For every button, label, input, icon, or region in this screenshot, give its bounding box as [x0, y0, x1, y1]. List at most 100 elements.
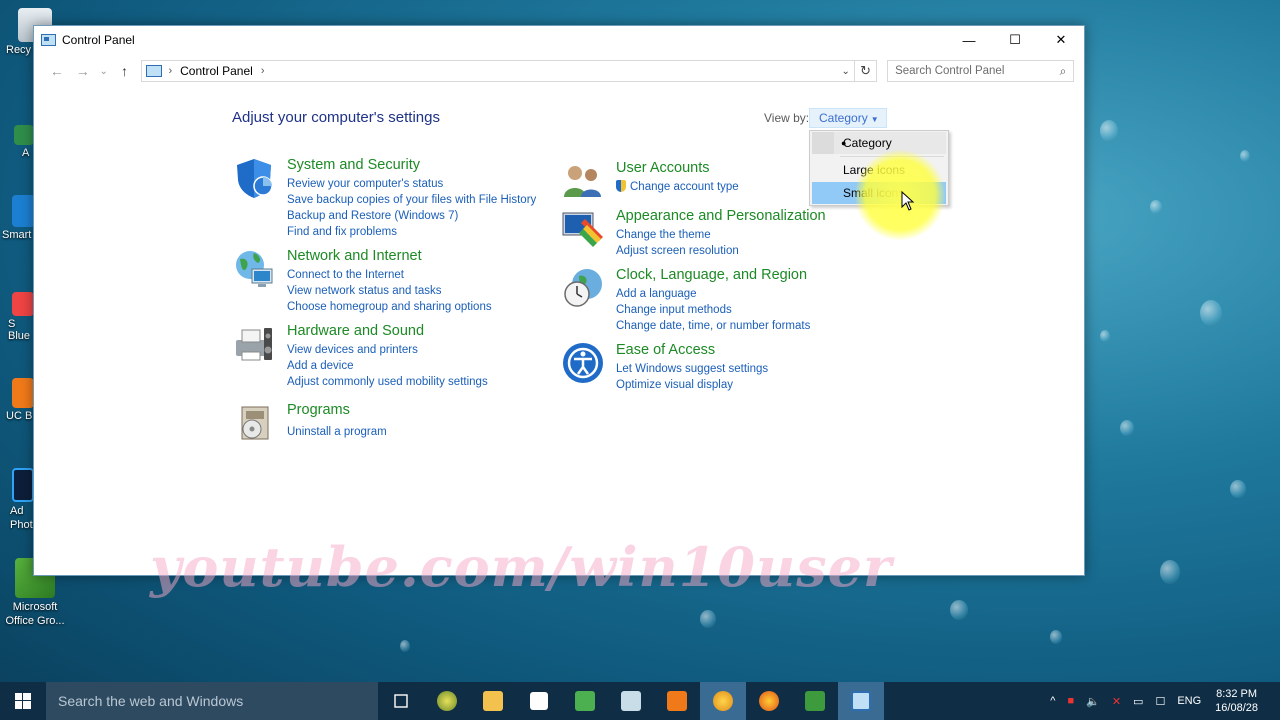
category-title-link[interactable]: User Accounts [616, 159, 739, 177]
camtasia-icon [575, 691, 595, 711]
taskbar-app-control-panel[interactable] [838, 682, 884, 720]
taskbar-search-input[interactable]: Search the web and Windows [46, 682, 378, 720]
taskbar-app-notes[interactable] [608, 682, 654, 720]
printer-icon [236, 328, 272, 361]
category-clock-language-region: Clock, Language, and Region Add a langua… [561, 266, 810, 334]
search-input[interactable]: Search Control Panel ⌕ [887, 60, 1074, 82]
task-link[interactable]: Let Windows suggest settings [616, 361, 768, 377]
taskbar-app-firefox[interactable] [746, 682, 792, 720]
task-link[interactable]: Optimize visual display [616, 377, 768, 393]
task-view-icon [394, 694, 408, 708]
view-by-select[interactable]: Category ▼ [809, 108, 887, 128]
app-icon [12, 292, 34, 316]
task-link[interactable]: Find and fix problems [287, 224, 536, 240]
taskbar-app-store[interactable] [516, 682, 562, 720]
clock-icon [564, 269, 602, 307]
task-view-button[interactable] [378, 682, 424, 720]
view-option-large-icons[interactable]: Large icons [812, 159, 946, 181]
uac-shield-icon [616, 180, 626, 192]
language-indicator[interactable]: ENG [1171, 695, 1207, 707]
accessibility-icon [563, 343, 603, 383]
menu-divider [840, 156, 944, 157]
uc-browser-icon [12, 378, 34, 408]
notifications-icon[interactable]: ☐ [1149, 695, 1171, 708]
programs-icon [241, 406, 269, 440]
back-arrow-icon[interactable]: ← [44, 63, 70, 79]
task-link[interactable]: View network status and tasks [287, 283, 492, 299]
view-by-value: Category [819, 111, 868, 125]
tray-chevron-icon[interactable]: ^ [1044, 695, 1061, 707]
store-icon [530, 692, 548, 710]
clock[interactable]: 8:32 PM 16/08/28 [1207, 687, 1266, 715]
maximize-button[interactable]: ☐ [992, 26, 1038, 54]
control-panel-window: Control Panel — ☐ ✕ ← → ⌄ ↑ › Control Pa… [33, 25, 1085, 576]
category-title-link[interactable]: Appearance and Personalization [616, 207, 826, 225]
view-option-small-icons[interactable]: Small icons [812, 182, 946, 204]
category-appearance: Appearance and Personalization Change th… [561, 207, 826, 259]
network-icon [236, 251, 273, 287]
up-arrow-icon[interactable]: ↑ [112, 63, 138, 79]
task-link[interactable]: Save backup copies of your files with Fi… [287, 192, 536, 208]
taskbar-app-weather[interactable] [700, 682, 746, 720]
taskbar: Search the web and Windows ^ ■ 🔈 ✕ ▭ ☐ E… [0, 682, 1280, 720]
task-link[interactable]: Review your computer's status [287, 176, 536, 192]
task-link[interactable]: Connect to the Internet [287, 267, 492, 283]
network-disconnected-icon[interactable]: ✕ [1106, 695, 1127, 708]
taskbar-app-file-explorer[interactable] [470, 682, 516, 720]
desktop-icon-label: Microsoft Office Gro... [5, 601, 65, 627]
monitor-icon [562, 212, 603, 247]
category-programs: Programs Uninstall a program [232, 401, 387, 445]
refresh-button[interactable]: ↻ [855, 60, 878, 82]
view-by-label: View by: [764, 111, 810, 125]
firefox-icon [759, 691, 779, 711]
category-title-link[interactable]: Hardware and Sound [287, 322, 488, 340]
task-link[interactable]: Backup and Restore (Windows 7) [287, 208, 536, 224]
task-link[interactable]: Change account type [630, 181, 739, 193]
close-button[interactable]: ✕ [1038, 26, 1084, 54]
taskbar-app-camtasia-2[interactable] [792, 682, 838, 720]
control-panel-icon [41, 34, 56, 46]
category-user-accounts: User Accounts Change account type [561, 159, 739, 203]
recent-locations-icon[interactable]: ⌄ [96, 66, 112, 77]
start-button[interactable] [0, 682, 46, 720]
view-by-dropdown-menu: Category Large icons Small icons [809, 130, 949, 206]
photoshop-icon [12, 468, 34, 502]
category-system-security: System and Security Review your computer… [232, 156, 536, 240]
task-link[interactable]: Add a language [616, 286, 810, 302]
category-network-internet: Network and Internet Connect to the Inte… [232, 247, 492, 315]
search-icon[interactable]: ⌕ [1053, 64, 1073, 79]
title-bar[interactable]: Control Panel — ☐ ✕ [34, 26, 1084, 54]
forward-arrow-icon[interactable]: → [70, 63, 96, 79]
taskbar-app-uc-browser[interactable] [654, 682, 700, 720]
task-link[interactable]: Choose homegroup and sharing options [287, 299, 492, 315]
task-link[interactable]: Change the theme [616, 227, 826, 243]
caret-down-icon: ▼ [870, 115, 879, 124]
category-title-link[interactable]: System and Security [287, 156, 536, 174]
task-link[interactable]: Change date, time, or number formats [616, 318, 810, 334]
category-title-link[interactable]: Network and Internet [287, 247, 492, 265]
minimize-button[interactable]: — [946, 26, 992, 54]
task-link[interactable]: Uninstall a program [287, 424, 387, 440]
task-link[interactable]: Change input methods [616, 302, 810, 318]
view-option-category[interactable]: Category [812, 132, 946, 154]
breadcrumb-control-panel[interactable]: Control Panel [180, 64, 253, 78]
clock-date: 16/08/28 [1215, 702, 1258, 714]
breadcrumb-separator-icon[interactable]: › [261, 65, 265, 77]
category-title-link[interactable]: Programs [287, 401, 387, 419]
users-icon [564, 166, 601, 197]
acrobat-icon[interactable]: ■ [1061, 695, 1080, 707]
search-placeholder: Search Control Panel [895, 65, 1005, 77]
task-link[interactable]: View devices and printers [287, 342, 488, 358]
category-title-link[interactable]: Clock, Language, and Region [616, 266, 810, 284]
address-dropdown-icon[interactable]: ⌄ [836, 65, 854, 77]
taskbar-app-camtasia-green[interactable] [562, 682, 608, 720]
task-link[interactable]: Adjust screen resolution [616, 243, 826, 259]
volume-icon[interactable]: 🔈 [1080, 695, 1106, 708]
category-ease-of-access: Ease of Access Let Windows suggest setti… [561, 341, 768, 393]
battery-icon[interactable]: ▭ [1127, 695, 1149, 708]
task-link[interactable]: Add a device [287, 358, 488, 374]
category-title-link[interactable]: Ease of Access [616, 341, 768, 359]
address-bar[interactable]: › Control Panel › ⌄ [141, 60, 856, 82]
taskbar-app-camtasia[interactable] [424, 682, 470, 720]
task-link[interactable]: Adjust commonly used mobility settings [287, 374, 488, 390]
